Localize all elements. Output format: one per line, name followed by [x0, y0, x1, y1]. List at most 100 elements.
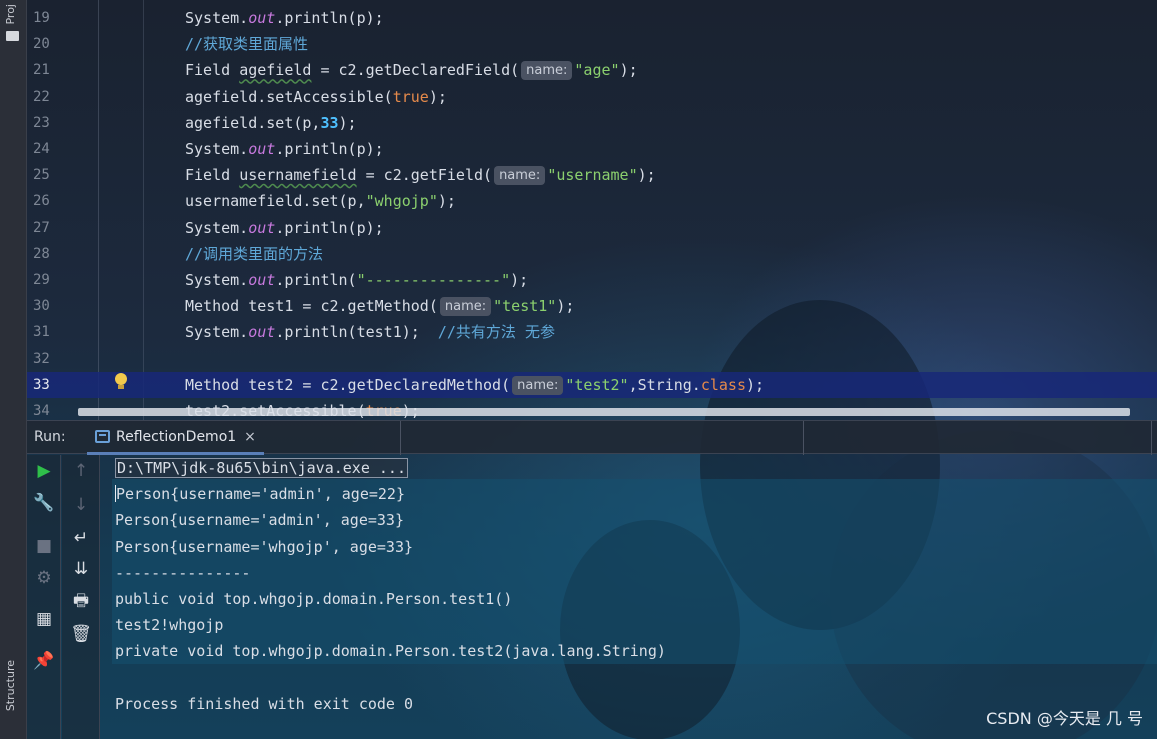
code-token: );	[556, 297, 575, 316]
code-text[interactable]: Method test2 = c2.getDeclaredMethod(name…	[185, 372, 764, 398]
trash-icon[interactable]: 🗑	[70, 624, 92, 644]
code-text[interactable]: System.out.println(test1); //共有方法 无参	[185, 319, 555, 345]
rerun-icon[interactable]: ▶	[34, 461, 54, 481]
run-toolbar-secondary: ↑ ↓ ↵ ⇊ 🖶 🗑	[62, 455, 100, 739]
code-token: .println(p);	[275, 218, 384, 237]
code-text[interactable]: System.out.println("---------------");	[185, 267, 528, 293]
run-toolbar-primary: ▶ 🔧 ■ ⚙ ▦ 📌	[27, 455, 61, 739]
line-number[interactable]: 29	[33, 267, 53, 293]
header-divider	[400, 421, 401, 455]
close-icon[interactable]: ×	[244, 429, 256, 445]
console-line[interactable]: private void top.whgojp.domain.Person.te…	[115, 638, 666, 664]
arrow-up-icon[interactable]: ↑	[71, 461, 91, 481]
code-editor[interactable]: 19 System.out.println(p); 20//获取类里面属性 21 Fie…	[27, 0, 1157, 420]
line-number[interactable]: 27	[33, 215, 53, 241]
console-text: private void top.whgojp.domain.Person.te…	[115, 642, 666, 661]
code-line[interactable]: 20 //获取类里面属性	[27, 31, 1157, 57]
line-number[interactable]: 31	[33, 319, 53, 345]
pin-icon[interactable]: 📌	[33, 651, 54, 671]
watermark: CSDN @今天是 几 号	[986, 709, 1143, 728]
code-token: System.	[185, 271, 249, 289]
line-number[interactable]: 23	[33, 110, 53, 136]
code-line[interactable]: 26 usernamefield.set(p,"whgojp");	[27, 188, 1157, 214]
code-text[interactable]: agefield.setAccessible(true);	[185, 84, 447, 110]
folder-icon[interactable]	[6, 31, 19, 41]
console-line[interactable]: ---------------	[115, 560, 250, 586]
code-line[interactable]: 22 agefield.setAccessible(true);	[27, 84, 1157, 110]
code-token: );	[428, 87, 447, 106]
code-token: );	[510, 271, 529, 289]
code-text[interactable]: agefield.set(p,33);	[185, 110, 357, 136]
soft-wrap-icon[interactable]: ↵	[71, 528, 91, 548]
code-text[interactable]: System.out.println(p);	[185, 136, 384, 162]
code-token: "whgojp"	[365, 192, 438, 211]
line-number[interactable]: 22	[33, 84, 53, 110]
console-line[interactable]: Person{username='whgojp', age=33}	[115, 534, 413, 560]
tab-reflectiondemo1[interactable]: ReflectionDemo1 ×	[87, 421, 264, 455]
debug-settings-icon[interactable]: ⚙	[34, 568, 54, 588]
code-line[interactable]: 33 Method test2 = c2.getDeclaredMethod(na…	[27, 371, 1157, 398]
code-text[interactable]: Field agefield = c2.getDeclaredField(nam…	[185, 57, 638, 83]
code-text[interactable]: Method test1 = c2.getMethod(name: "test1"…	[185, 293, 574, 319]
code-text[interactable]: Field usernamefield = c2.getField(name: "…	[185, 162, 656, 188]
code-text[interactable]: System.out.println(p);	[185, 5, 384, 31]
code-token: System.	[185, 218, 249, 237]
code-line[interactable]: 27 System.out.println(p);	[27, 215, 1157, 241]
line-number[interactable]: 33	[33, 372, 53, 398]
layout-icon[interactable]: ▦	[34, 609, 54, 629]
line-number[interactable]: 21	[33, 57, 53, 83]
line-number[interactable]: 28	[33, 241, 53, 267]
code-text[interactable]: usernamefield.set(p,"whgojp");	[185, 188, 456, 214]
lightbulb-icon[interactable]	[114, 373, 128, 391]
console-text: Person{username='admin', age=33}	[115, 511, 404, 530]
code-token: out	[248, 9, 276, 27]
code-line[interactable]: 30 Method test1 = c2.getMethod(name: "test…	[27, 293, 1157, 319]
java-command-text[interactable]: D:\TMP\jdk-8u65\bin\java.exe ...	[115, 458, 408, 478]
code-text[interactable]: System.out.println(p);	[185, 215, 384, 241]
code-token: Method test2 = c2.getDeclaredMethod(	[185, 375, 511, 394]
code-text[interactable]: //调用类里面的方法	[185, 241, 323, 267]
arrow-down-icon[interactable]: ↓	[71, 495, 91, 515]
line-number[interactable]: 20	[33, 31, 53, 57]
code-token: Field	[185, 166, 240, 185]
code-token: "age"	[574, 61, 620, 80]
line-number[interactable]: 24	[33, 136, 53, 162]
wrench-icon[interactable]: 🔧	[33, 493, 54, 513]
code-token: out	[248, 140, 276, 158]
line-number[interactable]: 30	[33, 293, 53, 319]
code-line[interactable]: 25 Field usernamefield = c2.getField(name…	[27, 162, 1157, 188]
code-line[interactable]: 31 System.out.println(test1); //共有方法 无参	[27, 319, 1157, 345]
line-number[interactable]: 25	[33, 162, 53, 188]
console-line[interactable]: Process finished with exit code 0	[115, 691, 413, 717]
code-line[interactable]: 19 System.out.println(p);	[27, 5, 1157, 31]
stop-icon[interactable]: ■	[34, 536, 54, 556]
code-line[interactable]: 21 Field agefield = c2.getDeclaredField(n…	[27, 57, 1157, 83]
code-text[interactable]: //获取类里面属性	[185, 31, 308, 57]
line-number[interactable]: 32	[33, 346, 53, 372]
console-command-line[interactable]: D:\TMP\jdk-8u65\bin\java.exe ...	[115, 455, 408, 481]
console-line[interactable]: Person{username='admin', age=33}	[115, 507, 404, 533]
code-token: System.	[185, 323, 249, 342]
code-token: Method test1 = c2.getMethod(	[185, 297, 438, 316]
code-token: );	[745, 375, 765, 394]
print-icon[interactable]: 🖶	[71, 591, 91, 612]
scroll-to-end-icon[interactable]: ⇊	[71, 559, 91, 579]
console-line[interactable]: test2!whgojp	[115, 612, 223, 638]
run-tool-window-header: Run: ReflectionDemo1 ×	[27, 420, 1157, 455]
console-output[interactable]: D:\TMP\jdk-8u65\bin\java.exe ... Person{u…	[100, 455, 1157, 739]
code-line[interactable]: 24 System.out.println(p);	[27, 136, 1157, 162]
console-line[interactable]: public void top.whgojp.domain.Person.tes…	[115, 586, 512, 612]
code-line[interactable]: 32	[27, 346, 1157, 372]
editor-horizontal-scrollbar[interactable]	[78, 408, 1130, 416]
project-tool-tab[interactable]: Proj	[4, 4, 17, 25]
code-token: );	[637, 166, 656, 185]
parameter-hint: name:	[512, 375, 564, 395]
structure-tool-tab[interactable]: Structure	[4, 660, 17, 711]
code-line[interactable]: 28 //调用类里面的方法	[27, 241, 1157, 267]
console-text: test2!whgojp	[115, 616, 224, 635]
line-number[interactable]: 19	[33, 5, 53, 31]
line-number[interactable]: 26	[33, 188, 53, 214]
code-line[interactable]: 23 agefield.set(p,33);	[27, 110, 1157, 136]
console-line[interactable]: Person{username='admin', age=22}	[115, 481, 405, 507]
code-line[interactable]: 29 System.out.println("---------------");	[27, 267, 1157, 293]
